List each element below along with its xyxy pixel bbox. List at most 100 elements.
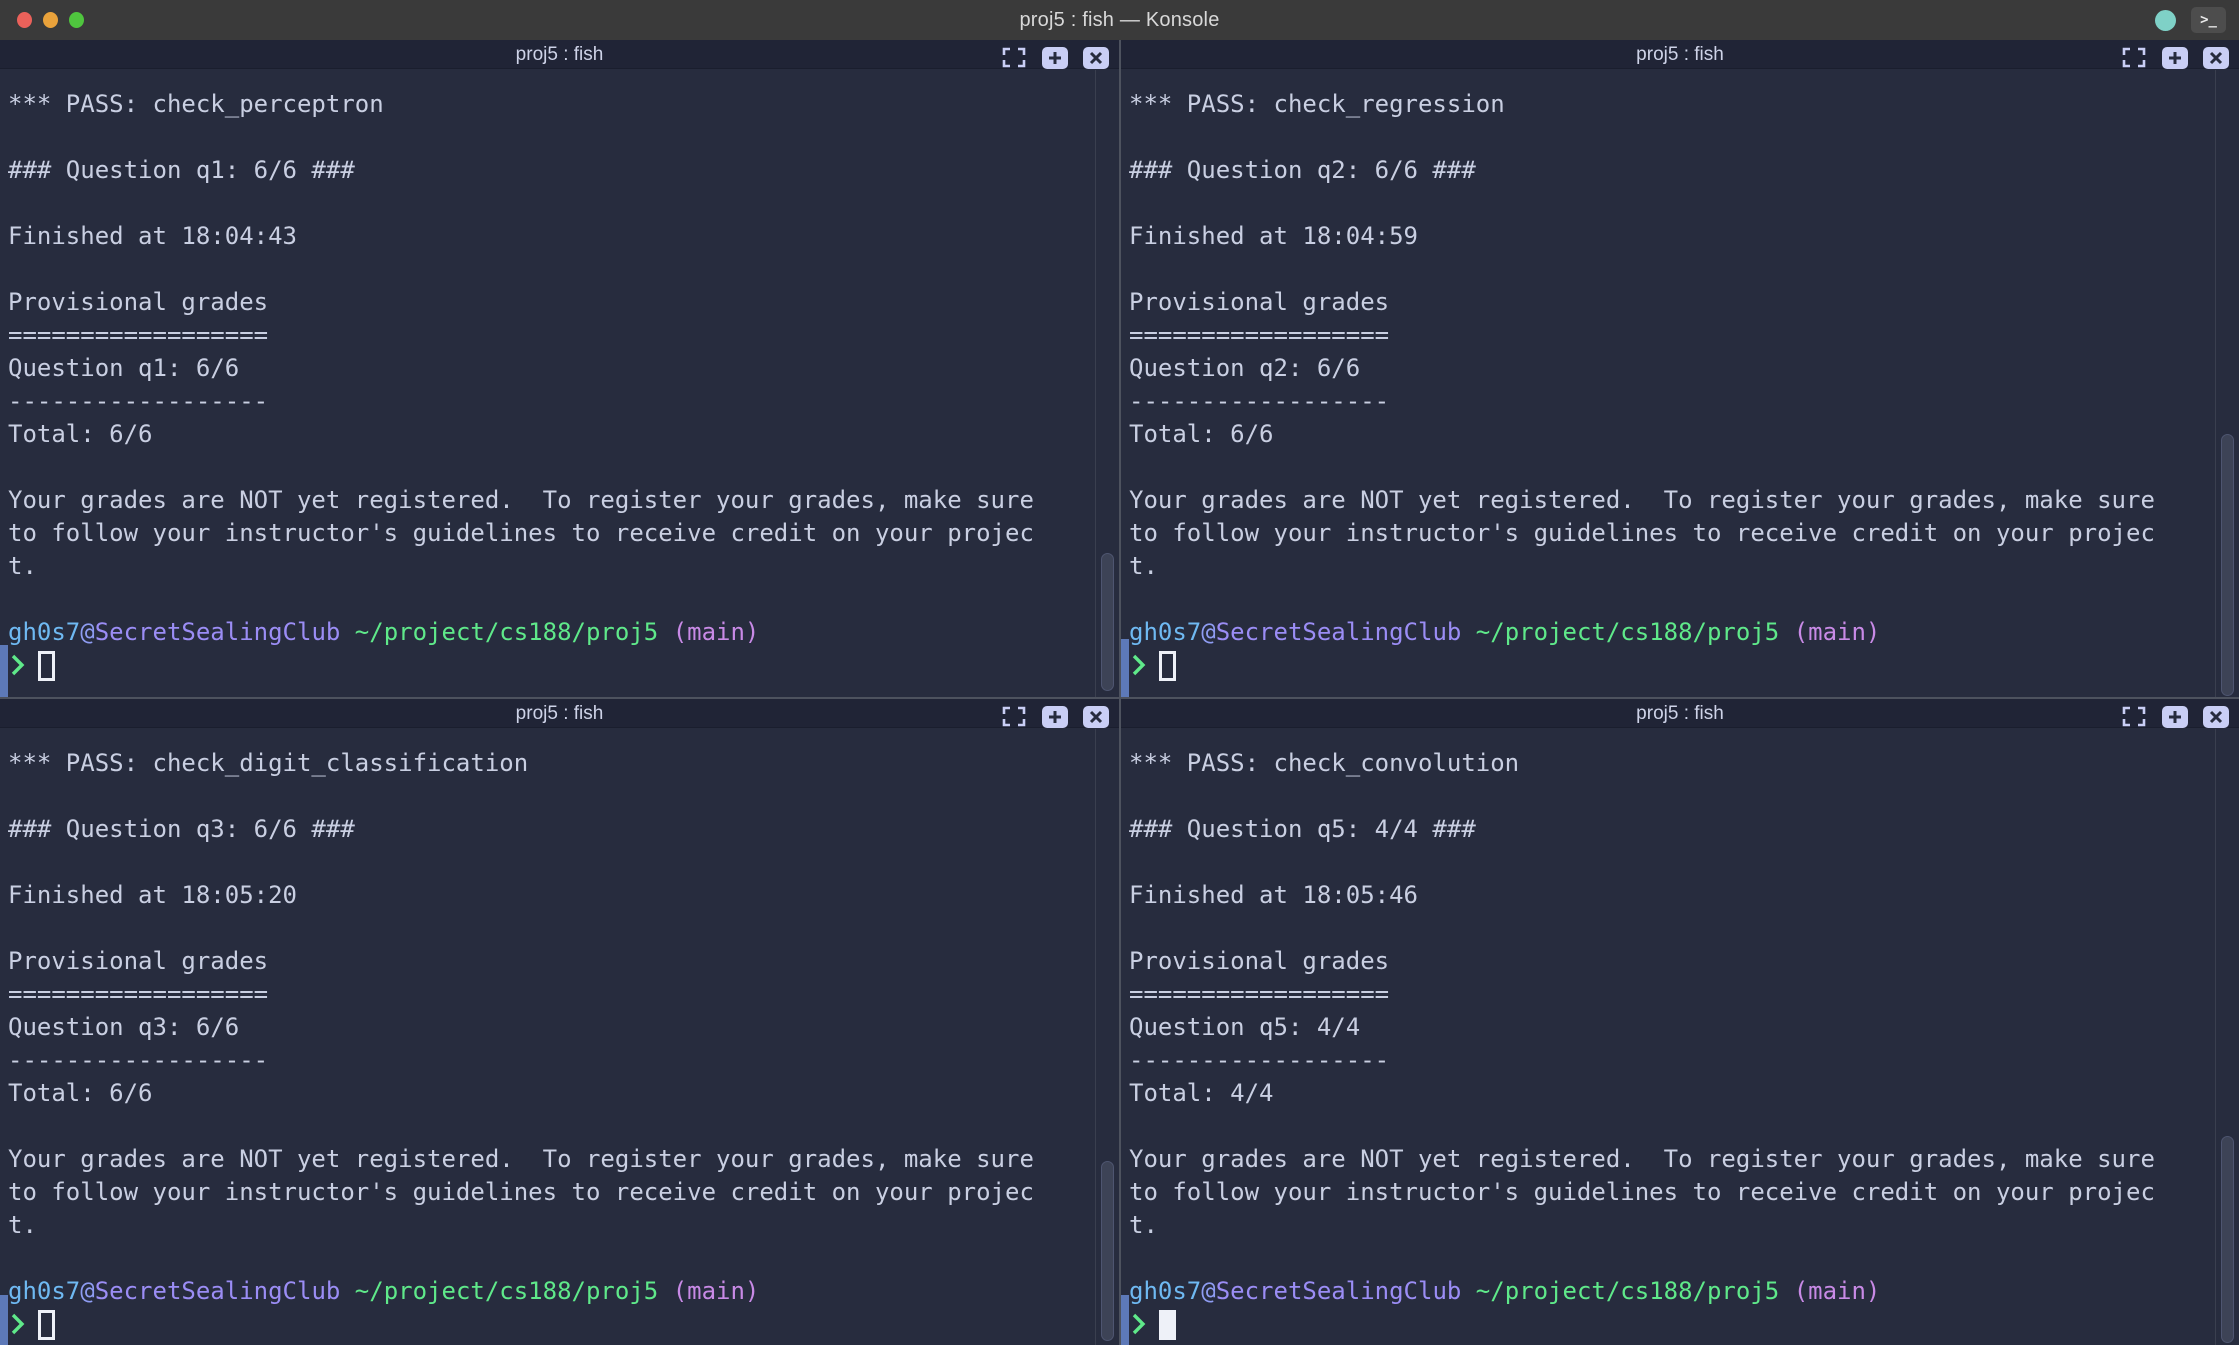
terminal-line [1129,253,2214,286]
terminal-output[interactable]: *** PASS: check_perceptron ### Question … [0,70,1094,697]
terminal-line: Provisional grades [1129,945,2214,978]
split-new-pane-icon[interactable] [1042,705,1068,728]
split-new-pane-icon[interactable] [2162,705,2188,728]
terminal-line [8,846,1094,879]
terminal-output[interactable]: *** PASS: check_digit_classification ###… [0,729,1094,1345]
close-pane-icon[interactable] [2203,46,2229,69]
maximize-pane-icon[interactable] [1001,46,1027,69]
split-new-pane-icon[interactable] [2162,46,2188,69]
terminal-line [8,121,1094,154]
terminal-line: Total: 6/6 [8,1077,1094,1110]
prompt-chevron-icon [1131,653,1147,677]
terminal-line: t. [8,550,1094,583]
minimize-button[interactable] [43,12,58,28]
terminal-output[interactable]: *** PASS: check_convolution ### Question… [1121,729,2214,1345]
terminal-line: Provisional grades [8,286,1094,319]
terminal-line: Question q2: 6/6 [1129,352,2214,385]
pane-header[interactable]: proj5 : fish [0,40,1119,69]
terminal-line: Question q1: 6/6 [8,352,1094,385]
scrollbar-track[interactable] [2215,70,2239,697]
maximize-button[interactable] [69,12,84,28]
prompt-chevron-icon [10,653,26,677]
pane-title: proj5 : fish [1121,40,2239,69]
pane-title: proj5 : fish [1121,699,2239,728]
shell-prompt-line: gh0s7@SecretSealingClub ~/project/cs188/… [1129,1275,2214,1308]
terminal-line: Your grades are NOT yet registered. To r… [8,1143,1094,1176]
scrollbar-thumb[interactable] [1101,1161,1114,1341]
terminal-line: ================== [1129,978,2214,1011]
terminal-pane: proj5 : fish *** PASS: check_regression … [1121,40,2239,697]
terminal-line: Total: 6/6 [8,418,1094,451]
close-button[interactable] [17,12,32,28]
terminal-line [1129,187,2214,220]
terminal-line [8,912,1094,945]
shell-input-line [1129,649,2214,682]
terminal-cursor [38,651,55,681]
terminal-line [8,253,1094,286]
terminal-line: Provisional grades [1129,286,2214,319]
terminal-line: *** PASS: check_regression [1129,88,2214,121]
traffic-lights [17,0,84,40]
prompt-marker-bar [0,1295,8,1345]
terminal-cursor [1159,651,1176,681]
prompt-marker-bar [1121,1295,1129,1345]
maximize-pane-icon[interactable] [1001,705,1027,728]
titlebar-right-icons: >_ [2155,0,2226,40]
maximize-pane-icon[interactable] [2121,705,2147,728]
terminal-line: to follow your instructor's guidelines t… [8,517,1094,550]
terminal-line: *** PASS: check_digit_classification [8,747,1094,780]
terminal-cursor [1159,1310,1176,1340]
prompt-chevron-icon [1131,1312,1147,1336]
terminal-line [1129,583,2214,616]
terminal-line: ### Question q3: 6/6 ### [8,813,1094,846]
shell-input-line [1129,1308,2214,1341]
terminal-line: ------------------ [8,385,1094,418]
terminal-line [1129,1242,2214,1275]
konsole-window: proj5 : fish — Konsole >_ proj5 : fish [0,0,2239,1345]
terminal-line: Your grades are NOT yet registered. To r… [1129,484,2214,517]
scrollbar-thumb[interactable] [1101,553,1114,691]
status-dot-icon [2155,10,2176,31]
terminal-line: Finished at 18:05:20 [8,879,1094,912]
pane-grid: proj5 : fish *** PASS: check_perceptron … [0,40,2239,1345]
scrollbar-thumb[interactable] [2221,1136,2234,1343]
terminal-line: ### Question q5: 4/4 ### [1129,813,2214,846]
close-pane-icon[interactable] [1083,46,1109,69]
pane-title: proj5 : fish [0,699,1119,728]
window-title: proj5 : fish — Konsole [1019,9,1219,32]
terminal-cursor [38,1310,55,1340]
terminal-line [8,1110,1094,1143]
terminal-output[interactable]: *** PASS: check_regression ### Question … [1121,70,2214,697]
terminal-line: Question q3: 6/6 [8,1011,1094,1044]
terminal-line: ### Question q1: 6/6 ### [8,154,1094,187]
terminal-line: to follow your instructor's guidelines t… [8,1176,1094,1209]
terminal-line: ================== [8,978,1094,1011]
terminal-line: Provisional grades [8,945,1094,978]
terminal-line: ================== [1129,319,2214,352]
terminal-line: Finished at 18:05:46 [1129,879,2214,912]
prompt-chevron-icon [10,1312,26,1336]
terminal-pane: proj5 : fish *** PASS: check_convolution… [1121,699,2239,1345]
terminal-line: *** PASS: check_perceptron [8,88,1094,121]
pane-header[interactable]: proj5 : fish [0,699,1119,728]
titlebar[interactable]: proj5 : fish — Konsole >_ [0,0,2239,40]
maximize-pane-icon[interactable] [2121,46,2147,69]
close-pane-icon[interactable] [1083,705,1109,728]
terminal-line [8,451,1094,484]
terminal-line: ------------------ [8,1044,1094,1077]
shell-prompt-line: gh0s7@SecretSealingClub ~/project/cs188/… [1129,616,2214,649]
terminal-line: Finished at 18:04:43 [8,220,1094,253]
terminal-line: *** PASS: check_convolution [1129,747,2214,780]
close-pane-icon[interactable] [2203,705,2229,728]
shell-input-line [8,1308,1094,1341]
split-new-pane-icon[interactable] [1042,46,1068,69]
scrollbar-track[interactable] [1095,729,1119,1345]
scrollbar-track[interactable] [1095,70,1119,697]
pane-header[interactable]: proj5 : fish [1121,40,2239,69]
pane-header[interactable]: proj5 : fish [1121,699,2239,728]
scrollbar-thumb[interactable] [2221,434,2234,696]
prompt-marker-bar [1121,639,1129,697]
terminal-line: t. [1129,1209,2214,1242]
shell-prompt-line: gh0s7@SecretSealingClub ~/project/cs188/… [8,1275,1094,1308]
scrollbar-track[interactable] [2215,729,2239,1345]
